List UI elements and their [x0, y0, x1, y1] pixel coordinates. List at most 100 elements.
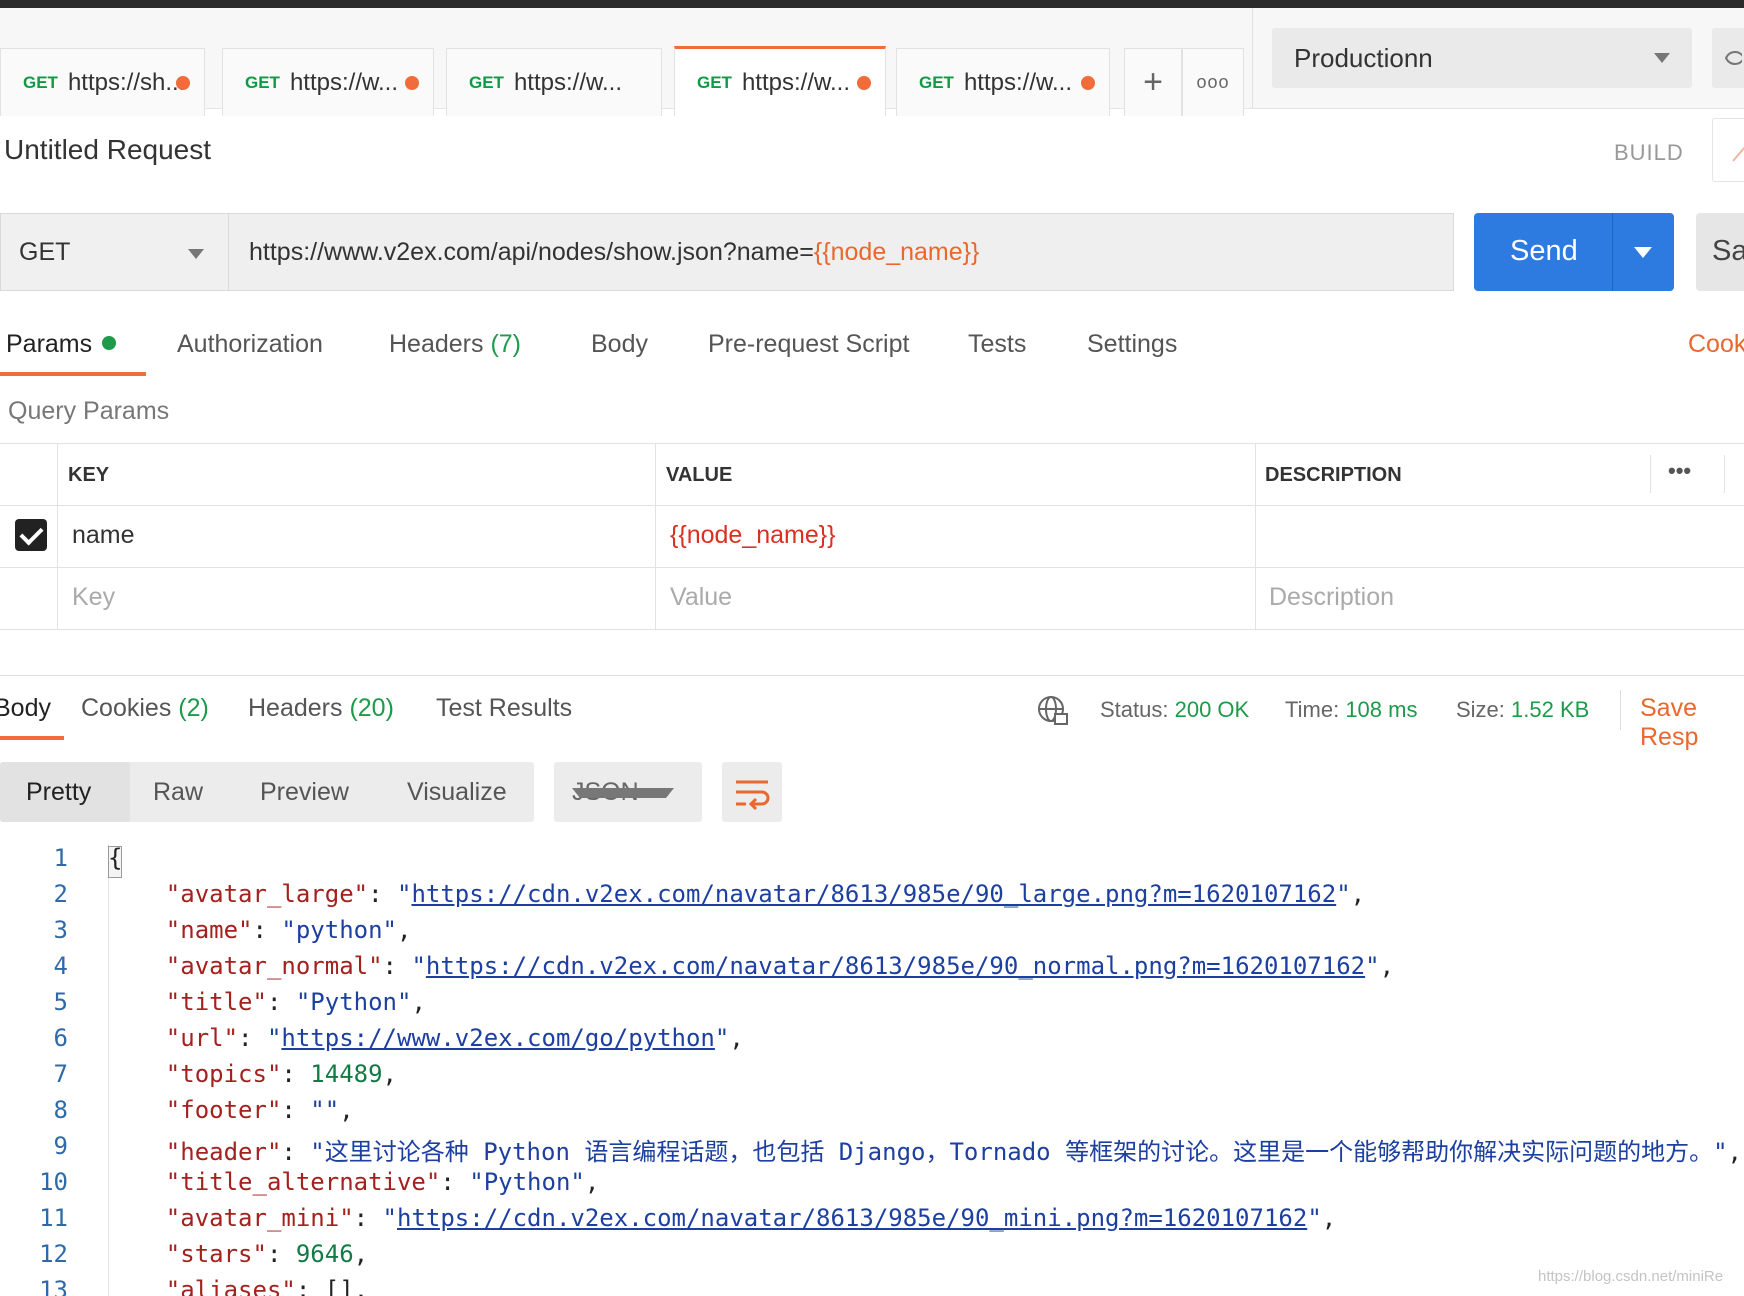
watermark: https://blog.csdn.net/miniRe [1538, 1268, 1724, 1285]
code-token: " [382, 1204, 397, 1232]
code-token: : [238, 1024, 267, 1052]
status-value: 200 OK [1174, 697, 1250, 722]
tab-prerequest-script[interactable]: Pre-request Script [708, 330, 909, 359]
line-number: 10 [39, 1168, 68, 1196]
new-param-value-input[interactable]: Value [670, 583, 732, 612]
view-visualize[interactable]: Visualize [407, 778, 507, 807]
tab-test-results[interactable]: Test Results [436, 694, 572, 723]
new-param-description-input[interactable]: Description [1269, 583, 1394, 612]
request-tab[interactable]: GET https://w... [446, 48, 662, 116]
tab-response-cookies[interactable]: Cookies (2) [81, 694, 209, 723]
method-select[interactable]: GET [0, 213, 228, 291]
code-token: " [397, 880, 412, 908]
environment-select[interactable]: Productionn [1272, 28, 1692, 88]
tab-method: GET [469, 72, 504, 92]
code-token: "url" [108, 1024, 239, 1052]
code-token[interactable]: https://cdn.v2ex.com/navatar/8613/985e/9… [397, 1204, 1307, 1232]
wrap-lines-button[interactable] [722, 762, 782, 822]
tab-tests[interactable]: Tests [968, 330, 1026, 359]
globe-lock-icon[interactable] [1036, 694, 1070, 728]
code-token: , [1379, 952, 1395, 980]
response-time: Time: 108 ms [1285, 697, 1418, 722]
window-top-bar [0, 0, 1744, 8]
save-response-button[interactable]: Save Resp [1640, 694, 1744, 752]
code-token: , [397, 916, 412, 944]
tab-authorization[interactable]: Authorization [177, 330, 323, 359]
response-divider [0, 675, 1744, 676]
save-button[interactable]: Sav [1696, 213, 1744, 291]
eye-icon [1724, 51, 1744, 65]
code-line: "url": "https://www.v2ex.com/go/python", [108, 1024, 744, 1052]
code-token[interactable]: https://cdn.v2ex.com/navatar/8613/985e/9… [426, 952, 1365, 980]
code-token: 14489 [310, 1060, 383, 1088]
request-tab[interactable]: GET https://sh... [0, 48, 205, 116]
chevron-down-icon[interactable] [1634, 247, 1652, 258]
tab-label: https://w... [741, 68, 850, 96]
response-body-editor[interactable]: 1{2 "avatar_large": "https://cdn.v2ex.co… [0, 840, 1744, 1296]
tab-settings[interactable]: Settings [1087, 330, 1177, 359]
code-token: "avatar_mini" [108, 1204, 354, 1232]
line-number: 7 [53, 1060, 68, 1088]
request-tab[interactable]: GET https://w... [896, 48, 1110, 116]
line-number: 3 [53, 916, 68, 944]
view-preview[interactable]: Preview [260, 778, 349, 807]
new-tab-button[interactable]: + [1124, 48, 1182, 116]
code-token: , [411, 988, 426, 1016]
code-token: : [266, 1240, 296, 1268]
line-number: 8 [53, 1096, 68, 1124]
view-raw[interactable]: Raw [153, 778, 203, 807]
query-params-label: Query Params [8, 397, 170, 425]
new-param-key-input[interactable]: Key [72, 583, 115, 612]
code-token: "" [310, 1096, 340, 1124]
request-tab[interactable]: GET https://w... [222, 48, 434, 116]
more-options-icon[interactable]: ••• [1668, 458, 1691, 484]
build-mode-label[interactable]: BUILD [1614, 140, 1684, 166]
chevron-down-icon [1654, 53, 1670, 63]
edit-button[interactable] [1712, 118, 1744, 182]
unsaved-dot-icon [857, 76, 871, 90]
tab-response-body[interactable]: Body [0, 694, 51, 723]
tab-options-button[interactable]: ooo [1182, 48, 1244, 116]
send-button[interactable]: Send [1474, 213, 1674, 291]
request-tab-active[interactable]: GET https://w... [674, 46, 886, 116]
url-variable: {{node_name}} [813, 237, 980, 266]
code-token: : [281, 1060, 311, 1088]
chevron-down-icon [188, 249, 204, 259]
param-enabled-checkbox[interactable] [15, 519, 47, 551]
code-token: , [353, 1276, 369, 1296]
code-token: "title_alternative" [108, 1168, 441, 1196]
tab-params[interactable]: Params [6, 330, 117, 359]
line-number: 13 [39, 1276, 68, 1296]
line-number: 4 [53, 952, 68, 980]
code-token[interactable]: https://cdn.v2ex.com/navatar/8613/985e/9… [411, 880, 1336, 908]
code-line: "footer": "", [108, 1096, 354, 1124]
tab-method: GET [919, 72, 954, 92]
code-token: : [382, 952, 412, 980]
request-title[interactable]: Untitled Request [4, 134, 211, 166]
url-input[interactable]: https://www.v2ex.com/api/nodes/show.json… [228, 213, 1454, 291]
pencil-icon [1732, 146, 1744, 162]
tab-response-headers[interactable]: Headers (20) [248, 694, 394, 723]
code-token: "name" [108, 916, 253, 944]
tab-method: GET [23, 72, 58, 92]
cookies-link[interactable]: Cook [1688, 330, 1744, 359]
tab-headers[interactable]: Headers (7) [389, 330, 521, 359]
tab-body[interactable]: Body [591, 330, 648, 359]
save-label: Sav [1712, 235, 1744, 267]
param-key[interactable]: name [72, 521, 135, 550]
format-select[interactable]: JSON [554, 762, 702, 822]
environment-quick-look-button[interactable] [1712, 28, 1744, 88]
code-line: "stars": 9646, [108, 1240, 368, 1268]
code-token: : [281, 1096, 311, 1124]
param-value[interactable]: {{node_name}} [670, 521, 835, 550]
code-token: , [353, 1240, 369, 1268]
more-icon: ooo [1196, 72, 1230, 92]
divider [1252, 8, 1253, 108]
code-line: "header": "这里讨论各种 Python 语言编程话题，也包括 Djan… [108, 1132, 1742, 1167]
code-token: , [1321, 1204, 1337, 1232]
response-status: Status: 200 OK [1100, 697, 1250, 722]
code-token[interactable]: https://www.v2ex.com/go/python [281, 1024, 714, 1052]
code-line: "avatar_normal": "https://cdn.v2ex.com/n… [108, 952, 1394, 980]
code-line: "avatar_mini": "https://cdn.v2ex.com/nav… [108, 1204, 1336, 1232]
view-pretty[interactable]: Pretty [26, 778, 91, 807]
